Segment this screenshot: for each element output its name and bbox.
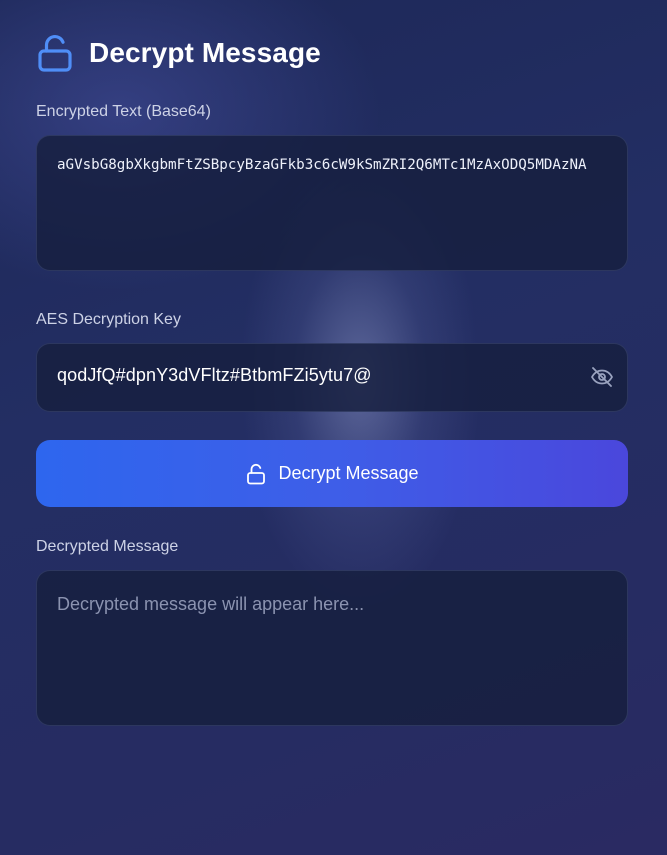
decrypt-button-label: Decrypt Message [278,463,419,483]
decrypted-message-area[interactable]: Decrypted message will appear here... [36,570,628,726]
decryption-key-input[interactable]: qodJfQ#dpnY3dVFltz#BtbmFZi5ytu7@ [36,343,628,412]
unlock-icon [245,462,267,486]
decrypt-button[interactable]: Decrypt Message [36,440,628,507]
encrypted-text-area[interactable]: aGVsbG8gbXkgbmFtZSBpcyBzaGFkb3c6cW9kSmZR… [36,135,628,271]
decrypted-message-label: Decrypted Message [36,538,179,555]
unlock-icon [36,32,74,74]
page-title: Decrypt Message [89,37,321,68]
decryption-key-label: AES Decryption Key [36,311,181,328]
decrypted-message-placeholder: Decrypted message will appear here... [57,594,365,614]
page-header: Decrypt Message [36,32,321,74]
encrypted-text-value: aGVsbG8gbXkgbmFtZSBpcyBzaGFkb3c6cW9kSmZR… [57,157,587,173]
encrypted-text-label: Encrypted Text (Base64) [36,103,211,120]
decryption-key-value: qodJfQ#dpnY3dVFltz#BtbmFZi5ytu7@ [57,365,372,385]
eye-off-icon[interactable] [589,364,615,390]
